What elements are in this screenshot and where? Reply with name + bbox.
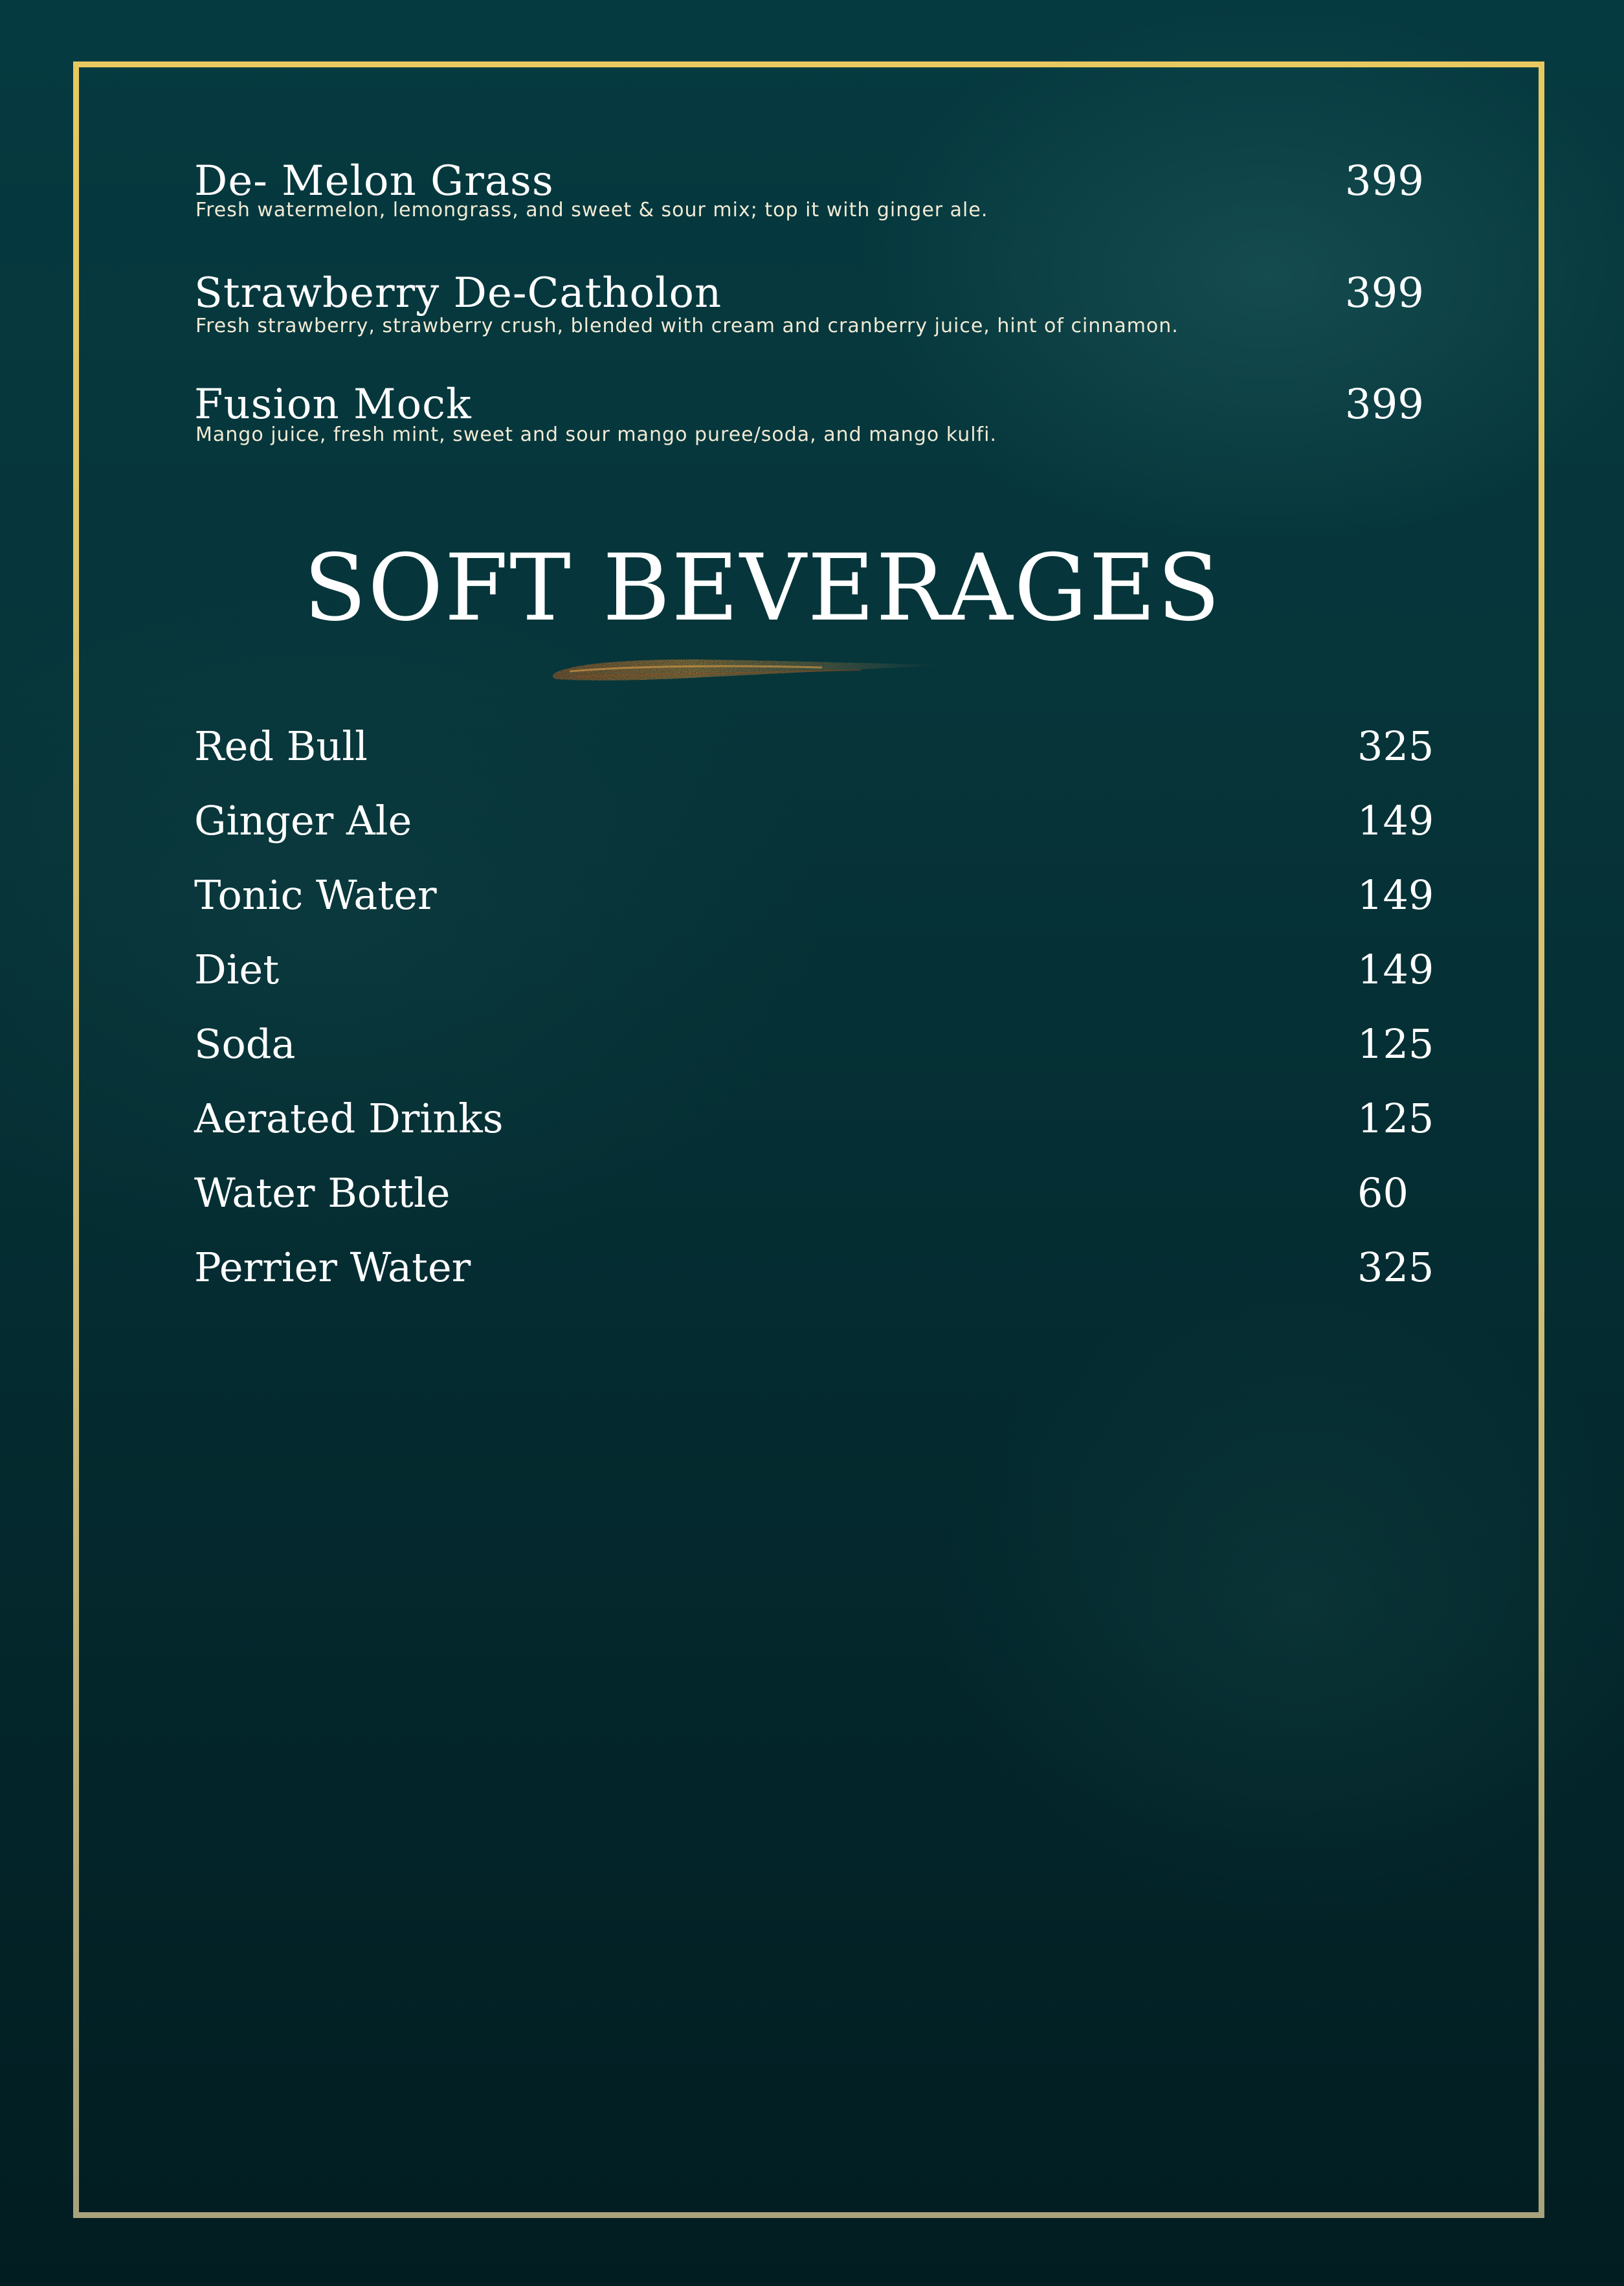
beverage-price: 60 (1357, 1169, 1408, 1216)
item-name: De- Melon Grass (194, 157, 554, 205)
item-price: 399 (1344, 269, 1424, 317)
beverage-row-ginger-ale: Ginger Ale 149 (194, 797, 1434, 846)
beverage-price: 125 (1357, 1095, 1434, 1142)
beverage-row-red-bull: Red Bull 325 (194, 723, 1434, 772)
beverage-price: 149 (1357, 871, 1434, 919)
item-name: Fusion Mock (194, 381, 472, 429)
beverage-name: Red Bull (194, 723, 368, 770)
beverage-row-aerated-drinks: Aerated Drinks 125 (194, 1095, 1434, 1144)
beverage-name: Aerated Drinks (194, 1095, 504, 1142)
item-description: Mango juice, fresh mint, sweet and sour … (195, 423, 997, 446)
beverage-price: 325 (1357, 1244, 1434, 1291)
beverage-price: 325 (1357, 723, 1434, 770)
beverage-row-perrier-water: Perrier Water 325 (194, 1244, 1434, 1293)
section-title-soft-beverages: SOFT BEVERAGES (303, 535, 1222, 642)
beverage-name: Water Bottle (194, 1169, 450, 1216)
item-price: 399 (1344, 157, 1424, 205)
beverage-name: Tonic Water (194, 871, 437, 919)
menu-page: { "mocktails": [ { "name": "De- Melon Gr… (0, 0, 1624, 2286)
beverage-price: 125 (1357, 1020, 1434, 1068)
beverage-row-tonic-water: Tonic Water 149 (194, 871, 1434, 921)
menu-item-de-melon-grass: De- Melon Grass 399 Fresh watermelon, le… (194, 161, 1424, 225)
beverage-row-soda: Soda 125 (194, 1020, 1434, 1070)
item-name: Strawberry De-Catholon (194, 269, 722, 317)
beverage-row-diet: Diet 149 (194, 946, 1434, 995)
beverage-name: Perrier Water (194, 1244, 471, 1291)
beverage-name: Ginger Ale (194, 797, 412, 844)
item-price: 399 (1344, 381, 1424, 429)
menu-item-strawberry-de-catholon: Strawberry De-Catholon 399 Fresh strawbe… (194, 273, 1424, 337)
beverage-row-water-bottle: Water Bottle 60 (194, 1173, 1418, 1218)
beverage-name: Diet (194, 946, 280, 993)
item-description: Fresh strawberry, strawberry crush, blen… (195, 315, 1179, 337)
menu-item-fusion-mock: Fusion Mock 399 Mango juice, fresh mint,… (194, 384, 1424, 449)
beverage-price: 149 (1357, 946, 1434, 993)
beverage-price: 149 (1357, 797, 1434, 844)
beverage-name: Soda (194, 1020, 296, 1068)
gold-brush-stroke-icon (552, 659, 946, 681)
item-description: Fresh watermelon, lemongrass, and sweet … (195, 199, 988, 221)
